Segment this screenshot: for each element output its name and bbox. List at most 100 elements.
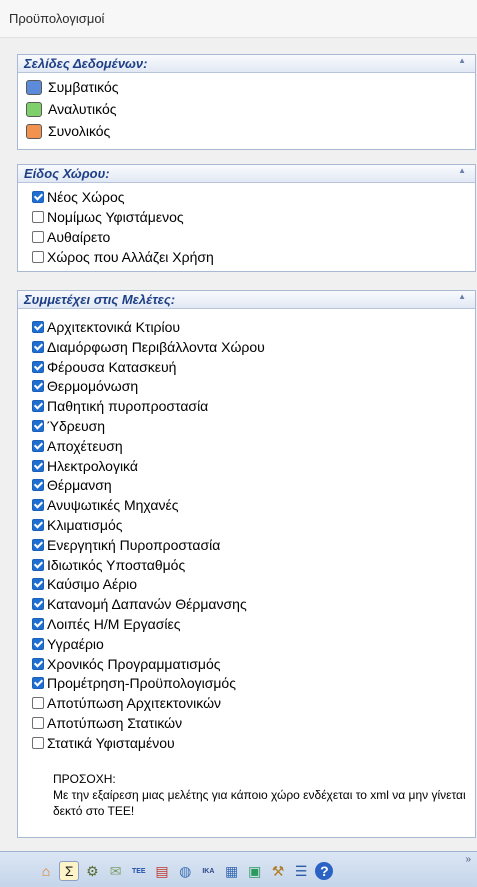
ika-logo-icon[interactable]: ΙΚΑ [199,862,217,880]
envelope-icon[interactable]: ✉ [107,862,125,880]
data-page-item[interactable]: Συνολικός [26,121,110,141]
checkbox[interactable] [32,717,44,729]
checkbox-label: Στατικά Υφισταμένου [47,734,175,751]
collapse-icon[interactable]: ▲ [458,292,466,301]
checkbox-item[interactable]: Ιδιωτικός Υποσταθμός [32,555,185,575]
checkbox-label: Ηλεκτρολογικά [47,457,138,474]
checkbox-item[interactable]: Θέρμανση [32,475,112,495]
checkbox-item[interactable]: Κλιματισμός [32,515,123,535]
checkbox-item[interactable]: Θερμομόνωση [32,376,138,396]
space-type-header[interactable]: Είδος Χώρου: ▲ [18,165,475,183]
checkbox-item[interactable]: Ύδρευση [32,416,105,436]
checkbox[interactable] [32,360,44,373]
data-pages-title: Σελίδες Δεδομένων: [24,56,148,71]
checkbox-label: Φέρουσα Κατασκευή [47,358,177,375]
checkbox-item[interactable]: Διαμόρφωση Περιβάλλοντα Χώρου [32,337,265,357]
data-page-label: Συμβατικός [48,79,119,95]
checkbox[interactable] [32,558,44,571]
checkbox-item[interactable]: Αυθαίρετο [32,227,110,247]
checkbox[interactable] [32,380,44,393]
checkbox[interactable] [32,598,44,611]
checkbox-item[interactable]: Στατικά Υφισταμένου [32,733,175,753]
checkbox-item[interactable]: Ανυψωτικές Μηχανές [32,495,178,515]
checkbox-item[interactable]: Λοιπές Η/Μ Εργασίες [32,614,180,634]
tee-logo-icon[interactable]: ΤΕΕ [130,862,148,880]
checkbox[interactable] [32,211,44,223]
checkbox[interactable] [32,400,44,413]
checkbox-item[interactable]: Αποτύπωση Αρχιτεκτονικών [32,693,221,713]
checkbox-item[interactable]: Καύσιμο Αέριο [32,574,137,594]
checkbox[interactable] [32,578,44,591]
warning-text: Με την εξαίρεση μιας μελέτης για κάποιο … [53,788,466,818]
checkbox[interactable] [32,657,44,670]
checkbox[interactable] [32,231,44,243]
checkbox-item[interactable]: Ηλεκτρολογικά [32,456,138,476]
data-pages-header[interactable]: Σελίδες Δεδομένων: ▲ [18,55,475,73]
data-page-label: Αναλυτικός [48,101,117,117]
checkbox-item[interactable]: Κατανομή Δαπανών Θέρμανσης [32,594,247,614]
checkbox-label: Νομίμως Υφιστάμενος [47,209,184,225]
document-icon[interactable]: ▤ [153,862,171,880]
checkbox-label: Θέρμανση [47,477,112,494]
space-type-panel: Είδος Χώρου: ▲ Νέος Χώρος Νομίμως Υφιστάμ… [17,164,476,272]
toolbar-overflow-icon[interactable]: » [465,855,471,865]
checkbox[interactable] [32,191,44,203]
checkbox[interactable] [32,618,44,630]
checkbox-item[interactable]: Προμέτρηση-Προϋπολογισμός [32,673,236,693]
checkbox[interactable] [32,499,44,512]
home-icon[interactable]: ⌂ [37,862,55,880]
studies-title: Συμμετέχει στις Μελέτες: [24,292,176,307]
table-icon[interactable]: ▦ [223,862,241,880]
help-icon[interactable]: ? [315,862,334,880]
checkbox-label: Προμέτρηση-Προϋπολογισμός [47,675,236,692]
checkbox[interactable] [32,538,44,551]
checkbox-label: Αποτύπωση Αρχιτεκτονικών [47,695,222,712]
checkbox[interactable] [32,479,44,492]
checkbox[interactable] [32,697,44,710]
checkbox-label: Ιδιωτικός Υποσταθμός [47,556,186,573]
list-icon[interactable]: ☰ [292,862,310,880]
checkbox-label: Κλιματισμός [47,517,123,533]
tools-icon[interactable]: ⚒ [269,862,287,880]
sigma-icon[interactable]: Σ [59,861,80,881]
data-page-label: Συνολικός [48,123,111,139]
gear-sheet-icon[interactable]: ⚙ [83,862,101,880]
checkbox-item[interactable]: Φέρουσα Κατασκευή [32,357,176,377]
checkbox-label: Διαμόρφωση Περιβάλλοντα Χώρου [47,338,265,355]
color-swatch-icon [26,79,42,95]
checkbox[interactable] [32,251,44,263]
checkbox[interactable] [32,420,44,432]
checkbox-item[interactable]: Χώρος που Αλλάζει Χρήση [32,247,214,267]
checkbox-label: Υγραέριο [47,635,104,652]
checkbox-item[interactable]: Χρονικός Προγραμματισμός [32,654,220,674]
globe-icon[interactable]: ◍ [176,862,194,880]
studies-header[interactable]: Συμμετέχει στις Μελέτες: ▲ [18,291,475,309]
color-swatch-icon [26,101,42,117]
checkbox-item[interactable]: Ενεργητική Πυροπροστασία [32,535,220,555]
checkbox-item[interactable]: Αρχιτεκτονικά Κτιρίου [32,317,180,337]
checkbox-item[interactable]: Νομίμως Υφιστάμενος [32,207,184,227]
space-type-title: Είδος Χώρου: [24,166,110,181]
collapse-icon[interactable]: ▲ [458,166,466,175]
collapse-icon[interactable]: ▲ [458,56,466,65]
checkbox-label: Χρονικός Προγραμματισμός [47,655,221,672]
checkbox[interactable] [32,637,44,650]
data-page-item[interactable]: Συμβατικός [26,77,119,97]
checkbox[interactable] [32,439,44,452]
checkbox[interactable] [32,321,44,333]
checkbox[interactable] [32,677,44,690]
checkbox-item[interactable]: Παθητική πυροπροστασία [32,396,208,416]
checkbox-label: Νέος Χώρος [47,189,125,205]
calendar-icon[interactable]: ▣ [246,862,264,880]
checkbox[interactable] [32,736,44,749]
checkbox-item[interactable]: Νέος Χώρος [32,187,125,207]
checkbox-item[interactable]: Αποτύπωση Στατικών [32,713,182,733]
checkbox-label: Ύδρευση [47,418,106,434]
checkbox[interactable] [32,519,44,531]
checkbox[interactable] [32,459,44,472]
checkbox-item[interactable]: Υγραέριο [32,634,104,654]
checkbox[interactable] [32,340,44,353]
checkbox-label: Κατανομή Δαπανών Θέρμανσης [47,596,247,613]
data-page-item[interactable]: Αναλυτικός [26,99,117,119]
checkbox-item[interactable]: Αποχέτευση [32,436,123,456]
